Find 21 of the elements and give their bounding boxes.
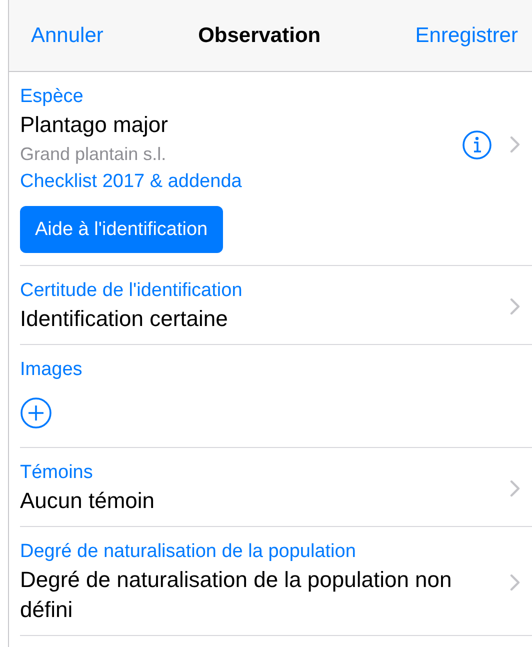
chevron-icon xyxy=(510,574,520,590)
identification-help-button[interactable]: Aide à l'identification xyxy=(20,206,223,253)
field-label: Images xyxy=(20,358,82,382)
field-label: Témoins xyxy=(20,461,93,485)
field-value: Degré de naturalisation de la population non défini xyxy=(20,566,453,624)
save-button[interactable]: Enregistrer xyxy=(415,24,518,48)
field-value: Aucun témoin xyxy=(20,487,156,515)
chevron-icon xyxy=(510,298,520,314)
info-icon[interactable] xyxy=(462,130,492,160)
common-name: Grand plantain s.l. xyxy=(20,143,166,166)
field-label: Espèce xyxy=(20,85,84,109)
screen-title: Observation xyxy=(198,24,321,48)
field-label: Degré de naturalisation de la population xyxy=(20,540,356,564)
checklist-link[interactable]: Checklist 2017 & addenda xyxy=(20,168,242,196)
cancel-button[interactable]: Annuler xyxy=(31,24,104,48)
chevron-icon xyxy=(510,480,520,496)
field-label: Certitude de l'identification xyxy=(20,279,242,303)
add-icon[interactable] xyxy=(20,397,52,429)
chevron-icon xyxy=(510,136,520,153)
field-value: Plantago major xyxy=(20,111,169,139)
field-value: Identification certaine xyxy=(20,305,229,333)
